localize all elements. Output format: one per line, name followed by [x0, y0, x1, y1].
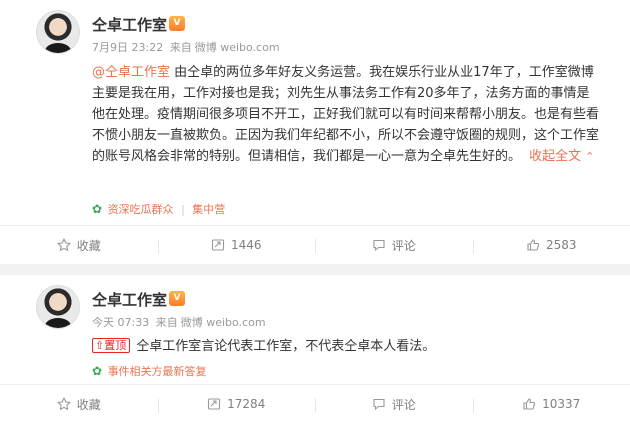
topic-tags: ✿ 事件相关方最新答复 — [92, 363, 207, 379]
source-prefix: 来自 — [169, 41, 192, 54]
comment-label: 评论 — [391, 238, 416, 253]
comment-label: 评论 — [391, 397, 416, 412]
repost-button[interactable]: 1446 — [157, 238, 316, 254]
collapse-text-link[interactable]: 收起全文 — [529, 149, 581, 164]
favorite-button[interactable]: 收藏 — [0, 396, 158, 413]
repost-icon — [208, 398, 221, 410]
post-time[interactable]: 7月9日 23:22 — [92, 41, 163, 54]
mention-link[interactable]: @仝卓工作室 — [92, 65, 170, 80]
topic-divider: | — [181, 203, 185, 216]
repost-count: 1446 — [230, 238, 262, 252]
author-name[interactable]: 仝卓工作室 — [92, 14, 167, 35]
topic-link[interactable]: 集中营 — [192, 203, 225, 216]
like-count: 10337 — [542, 397, 581, 411]
topic-link[interactable]: 资深吃瓜群众 — [108, 203, 174, 216]
author-avatar[interactable] — [36, 10, 80, 54]
repost-icon — [211, 239, 225, 251]
post-meta: 7月9日 23:22 来自 微博 weibo.com — [92, 39, 283, 55]
star-icon — [56, 397, 71, 411]
action-bar: 收藏 17284 评论 10337 — [0, 384, 630, 423]
topic-flower-icon: ✿ — [92, 364, 103, 378]
post-source[interactable]: 微博 weibo.com — [181, 316, 266, 329]
comment-icon — [373, 239, 385, 252]
topic-flower-icon: ✿ — [92, 202, 103, 216]
source-prefix: 来自 — [155, 316, 178, 329]
post-content: ⇧置顶 仝卓工作室言论代表工作室，不代表仝卓本人看法。 — [92, 336, 435, 357]
repost-count: 17284 — [227, 397, 266, 411]
comment-icon — [373, 398, 385, 411]
vip-icon: V — [169, 291, 185, 306]
star-icon — [56, 238, 71, 252]
comment-button[interactable]: 评论 — [315, 396, 473, 413]
favorite-label: 收藏 — [76, 397, 101, 412]
favorite-label: 收藏 — [76, 238, 101, 253]
like-button[interactable]: 10337 — [472, 397, 630, 413]
vip-icon: V — [169, 16, 185, 31]
thumbs-up-icon — [527, 239, 540, 251]
action-bar: 收藏 1446 评论 2583 — [0, 225, 630, 264]
pinned-badge: ⇧置顶 — [92, 338, 131, 353]
author-avatar[interactable] — [36, 285, 80, 329]
chevron-up-icon[interactable]: ⌃ — [585, 150, 594, 163]
author-name[interactable]: 仝卓工作室 — [92, 289, 167, 310]
favorite-button[interactable]: 收藏 — [0, 237, 158, 254]
comment-button[interactable]: 评论 — [315, 237, 473, 254]
weibo-post-1: 仝卓工作室 V 7月9日 23:22 来自 微博 weibo.com @仝卓工作室… — [0, 0, 630, 264]
topic-tags: ✿ 资深吃瓜群众 | 集中营 — [92, 201, 225, 217]
thumbs-up-icon — [523, 398, 536, 410]
like-button[interactable]: 2583 — [472, 238, 630, 254]
pinned-label: 置顶 — [104, 339, 127, 352]
post-time[interactable]: 今天 07:33 — [92, 316, 149, 329]
topic-link[interactable]: 事件相关方最新答复 — [108, 365, 207, 378]
post-meta: 今天 07:33 来自 微博 weibo.com — [92, 314, 269, 330]
weibo-post-2: 仝卓工作室 V 今天 07:33 来自 微博 weibo.com ⇧置顶 仝卓工作室… — [0, 275, 630, 423]
repost-button[interactable]: 17284 — [157, 397, 316, 413]
post-body: 仝卓工作室言论代表工作室，不代表仝卓本人看法。 — [136, 339, 436, 354]
post-content: @仝卓工作室 由仝卓的两位多年好友义务运营。我在娱乐行业从业17年了，工作室微博… — [92, 62, 600, 167]
post-source[interactable]: 微博 weibo.com — [195, 41, 280, 54]
like-count: 2583 — [545, 238, 577, 252]
